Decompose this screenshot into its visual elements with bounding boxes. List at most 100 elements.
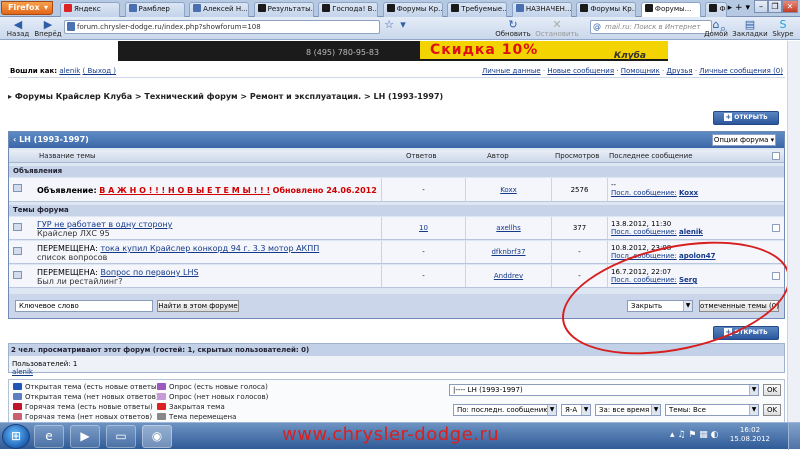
legend-item: Открытая тема (нет новых ответов) bbox=[13, 393, 159, 401]
taskbar-ie[interactable]: e bbox=[34, 425, 64, 448]
firefox-menu-button[interactable]: Firefox ▾ bbox=[1, 1, 53, 15]
tab-forums-active[interactable]: Форумы... bbox=[640, 2, 701, 17]
tab-forums-3[interactable]: Фо bbox=[705, 2, 728, 17]
refresh-button[interactable]: ↻ Обновить bbox=[494, 19, 532, 38]
sort-by-select[interactable]: По: последн. сообщению ▼ bbox=[453, 404, 557, 416]
start-button[interactable]: ⊞ bbox=[2, 424, 30, 449]
keyword-input[interactable]: Ключевое слово bbox=[15, 300, 153, 312]
col-last-post[interactable]: Последнее сообщение bbox=[609, 150, 693, 163]
replies-link[interactable]: 10 bbox=[419, 224, 428, 232]
author-link[interactable]: Anddrev bbox=[494, 272, 523, 280]
url-dropdown-button[interactable]: ▾ bbox=[396, 19, 410, 30]
bookmarks-icon: ▤ bbox=[744, 18, 756, 31]
forum-jump-ok[interactable]: OK bbox=[763, 384, 781, 396]
author-link[interactable]: Koxx bbox=[500, 186, 517, 194]
legend-label: Тема перемещена bbox=[169, 413, 237, 421]
maximize-icon[interactable]: ❐ bbox=[768, 0, 782, 13]
tab-required[interactable]: Требуемые... bbox=[447, 2, 508, 17]
last-post-user[interactable]: alenik bbox=[679, 228, 703, 236]
tab-list-icon[interactable]: ▾ bbox=[745, 3, 750, 13]
col-author[interactable]: Автор bbox=[487, 150, 509, 163]
tab-results[interactable]: Результаты... bbox=[253, 2, 314, 17]
show-desktop-button[interactable] bbox=[788, 423, 800, 450]
skype-button[interactable]: S Skype bbox=[770, 19, 796, 38]
tab-aleksey[interactable]: Алексей Н... bbox=[189, 2, 250, 17]
announcement-link[interactable]: В А Ж Н О ! ! ! Н О В Ы Е Т Е М Ы ! ! ! bbox=[99, 186, 270, 195]
friends-link[interactable]: Друзья bbox=[666, 67, 692, 75]
tab-assigned[interactable]: НАЗНАЧЕН... bbox=[511, 2, 572, 17]
tab-forums-2[interactable]: Форумы Кр... bbox=[576, 2, 637, 17]
forum-icon bbox=[580, 4, 589, 12]
stop-button[interactable]: ✕ Остановить bbox=[534, 19, 580, 38]
legend-item: Горячая тема (нет новых ответов) bbox=[13, 413, 152, 421]
tray-icons[interactable]: ▴ ♫ ⚑ ▦ ◐ bbox=[670, 430, 718, 440]
folder-icon bbox=[13, 383, 22, 390]
back-arrow-icon: ◀ bbox=[13, 18, 23, 31]
tab-scroll-controls[interactable]: ▸ + ▾ bbox=[728, 2, 750, 15]
taskbar-media[interactable]: ▶ bbox=[70, 425, 100, 448]
address-bar[interactable]: forum.chrysler-dodge.ru/index.php?showfo… bbox=[64, 20, 380, 34]
tab-gospoda[interactable]: Господа! В... bbox=[318, 2, 379, 17]
last-post-cell: 13.8.2012, 11:30 Посл. сообщение: alenik bbox=[607, 217, 773, 239]
messages-link[interactable]: Личные сообщения (0) bbox=[699, 67, 783, 75]
watermark-text: www.chrysler-dodge.ru bbox=[282, 424, 500, 445]
sort-order-select[interactable]: Я-А ▼ bbox=[561, 404, 591, 416]
bookmark-star-button[interactable]: ☆ bbox=[382, 19, 396, 30]
topic-link[interactable]: тока купил Крайслер конкорд 94 г. 3.3 мо… bbox=[100, 244, 319, 253]
topic-checkbox[interactable] bbox=[772, 224, 780, 232]
topic-link[interactable]: Вопрос по первону LHS bbox=[100, 268, 198, 277]
forum-icon bbox=[644, 4, 653, 12]
bookmarks-button[interactable]: ▤ Закладки bbox=[732, 19, 768, 38]
home-button[interactable]: ⌂ Домой bbox=[702, 19, 730, 38]
select-all-checkbox[interactable] bbox=[772, 152, 780, 160]
forum-options-button[interactable]: Опции форума ▾ bbox=[712, 134, 776, 146]
forum-jump-select[interactable]: |---- LH (1993-1997) ▼ bbox=[449, 384, 759, 396]
search-forum-button[interactable]: Найти в этом форуме bbox=[157, 300, 239, 312]
clock[interactable]: 16:02 15.08.2012 bbox=[730, 426, 770, 444]
window-controls: – ❐ ✕ bbox=[754, 0, 800, 15]
last-post-label[interactable]: Посл. сообщение: bbox=[611, 228, 677, 236]
forward-button[interactable]: ▶ Вперёд bbox=[34, 19, 62, 38]
tab-yandex[interactable]: Яндекс bbox=[60, 2, 120, 17]
logout-link[interactable]: ( Выход ) bbox=[83, 67, 117, 75]
author-link[interactable]: dfknbrf37 bbox=[491, 248, 525, 256]
col-replies[interactable]: Ответов bbox=[406, 150, 437, 163]
tab-forums-1[interactable]: Форумы Кр... bbox=[382, 2, 443, 17]
star-icon: ☆ bbox=[384, 18, 394, 31]
sort-ok-button[interactable]: OK bbox=[763, 404, 781, 416]
breadcrumb-text[interactable]: Форумы Крайслер Клуба > Технический фору… bbox=[15, 92, 443, 101]
topic-subtitle: Крайслер ЛХС 95 bbox=[37, 229, 110, 238]
col-topic-title[interactable]: Название темы bbox=[39, 150, 96, 163]
new-posts-link[interactable]: Новые сообщения bbox=[547, 67, 614, 75]
col-views[interactable]: Просмотров bbox=[555, 150, 599, 163]
bookmarks-label: Закладки bbox=[732, 30, 768, 38]
profile-link[interactable]: Личные данные bbox=[482, 67, 541, 75]
member-link[interactable]: alenik bbox=[12, 368, 33, 376]
topics-filter-select[interactable]: Темы: Все ▼ bbox=[665, 404, 759, 416]
minimize-icon[interactable]: – bbox=[754, 0, 768, 13]
last-post-user[interactable]: Koxx bbox=[679, 189, 698, 197]
home-icon: ⌂ bbox=[712, 18, 720, 31]
legend-label: Открытая тема (нет новых ответов) bbox=[25, 393, 159, 401]
username-link[interactable]: alenik bbox=[59, 67, 80, 75]
back-button[interactable]: ◀ Назад bbox=[6, 19, 30, 38]
taskbar-firefox[interactable]: ◉ bbox=[142, 425, 172, 448]
open-topic-button[interactable]: + ОТКРЫТЬ ТЕМУ bbox=[713, 111, 779, 133]
plus-icon: + bbox=[724, 113, 733, 121]
author-link[interactable]: axellhs bbox=[496, 224, 521, 232]
ad-banner[interactable]: 8 (495) 780-95-83 Скидка 10% Клуба bbox=[118, 41, 668, 61]
windows-logo-icon: ⊞ bbox=[10, 429, 22, 443]
period-select[interactable]: За: все время ▼ bbox=[595, 404, 661, 416]
taskbar-explorer[interactable]: ▭ bbox=[106, 425, 136, 448]
legend-item: Горячая тема (есть новые ответы) bbox=[13, 403, 153, 411]
topic-link[interactable]: ГУР не работает в одну сторону bbox=[37, 220, 172, 229]
new-tab-icon[interactable]: + bbox=[735, 3, 743, 13]
tab-rambler[interactable]: Рамблер bbox=[124, 2, 185, 17]
search-input[interactable]: @ mail.ru: Поиск в Интернет bbox=[590, 20, 712, 34]
page-scrollbar[interactable] bbox=[787, 41, 800, 422]
chevron-down-icon: ▼ bbox=[581, 405, 590, 415]
assistant-link[interactable]: Помощник bbox=[621, 67, 660, 75]
chevron-right-icon[interactable]: ▸ bbox=[728, 3, 733, 13]
close-icon[interactable]: ✕ bbox=[782, 0, 798, 13]
last-post-label[interactable]: Посл. сообщение: bbox=[611, 189, 677, 197]
